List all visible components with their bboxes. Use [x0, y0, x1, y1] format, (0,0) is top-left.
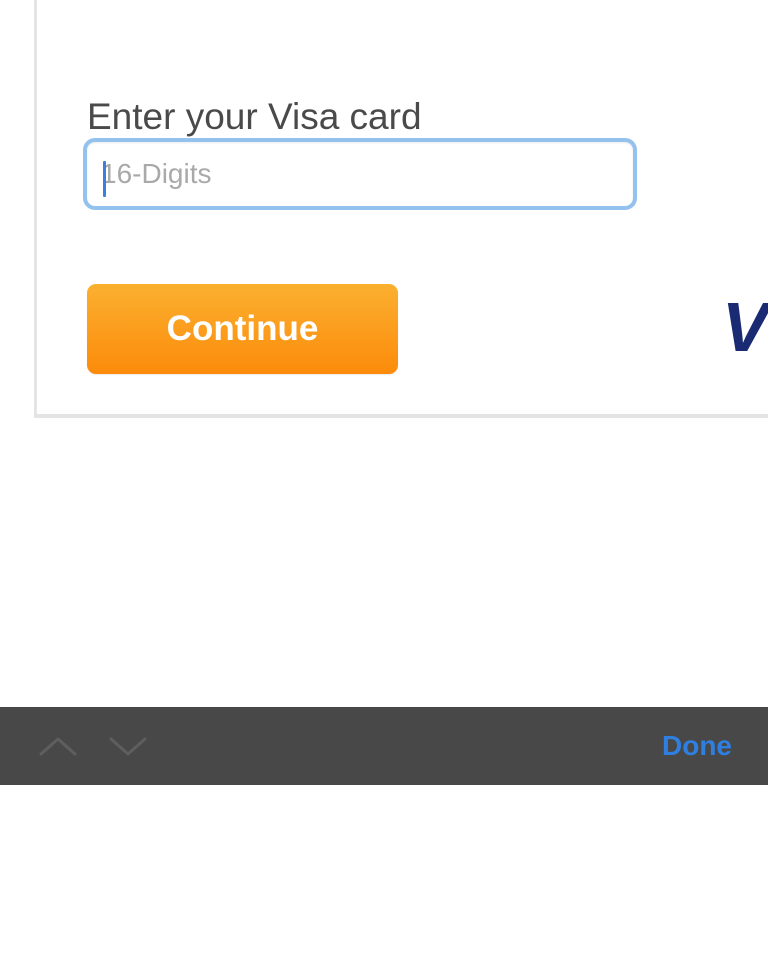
previous-field-button[interactable]: [28, 707, 88, 785]
continue-button[interactable]: Continue: [87, 284, 398, 374]
next-field-button[interactable]: [98, 707, 158, 785]
card-number-input[interactable]: [101, 148, 621, 200]
keyboard-accessory-toolbar: Done: [0, 707, 768, 785]
text-cursor: [103, 161, 106, 197]
chevron-down-icon: [109, 737, 147, 756]
chevron-up-icon: [39, 737, 77, 756]
done-button[interactable]: Done: [662, 707, 732, 785]
card-number-field[interactable]: [83, 138, 637, 210]
card-field-label: Enter your Visa card: [87, 96, 422, 137]
visa-logo: V: [722, 288, 768, 366]
page: Enter your Visa card Continue V Done: [0, 0, 768, 953]
